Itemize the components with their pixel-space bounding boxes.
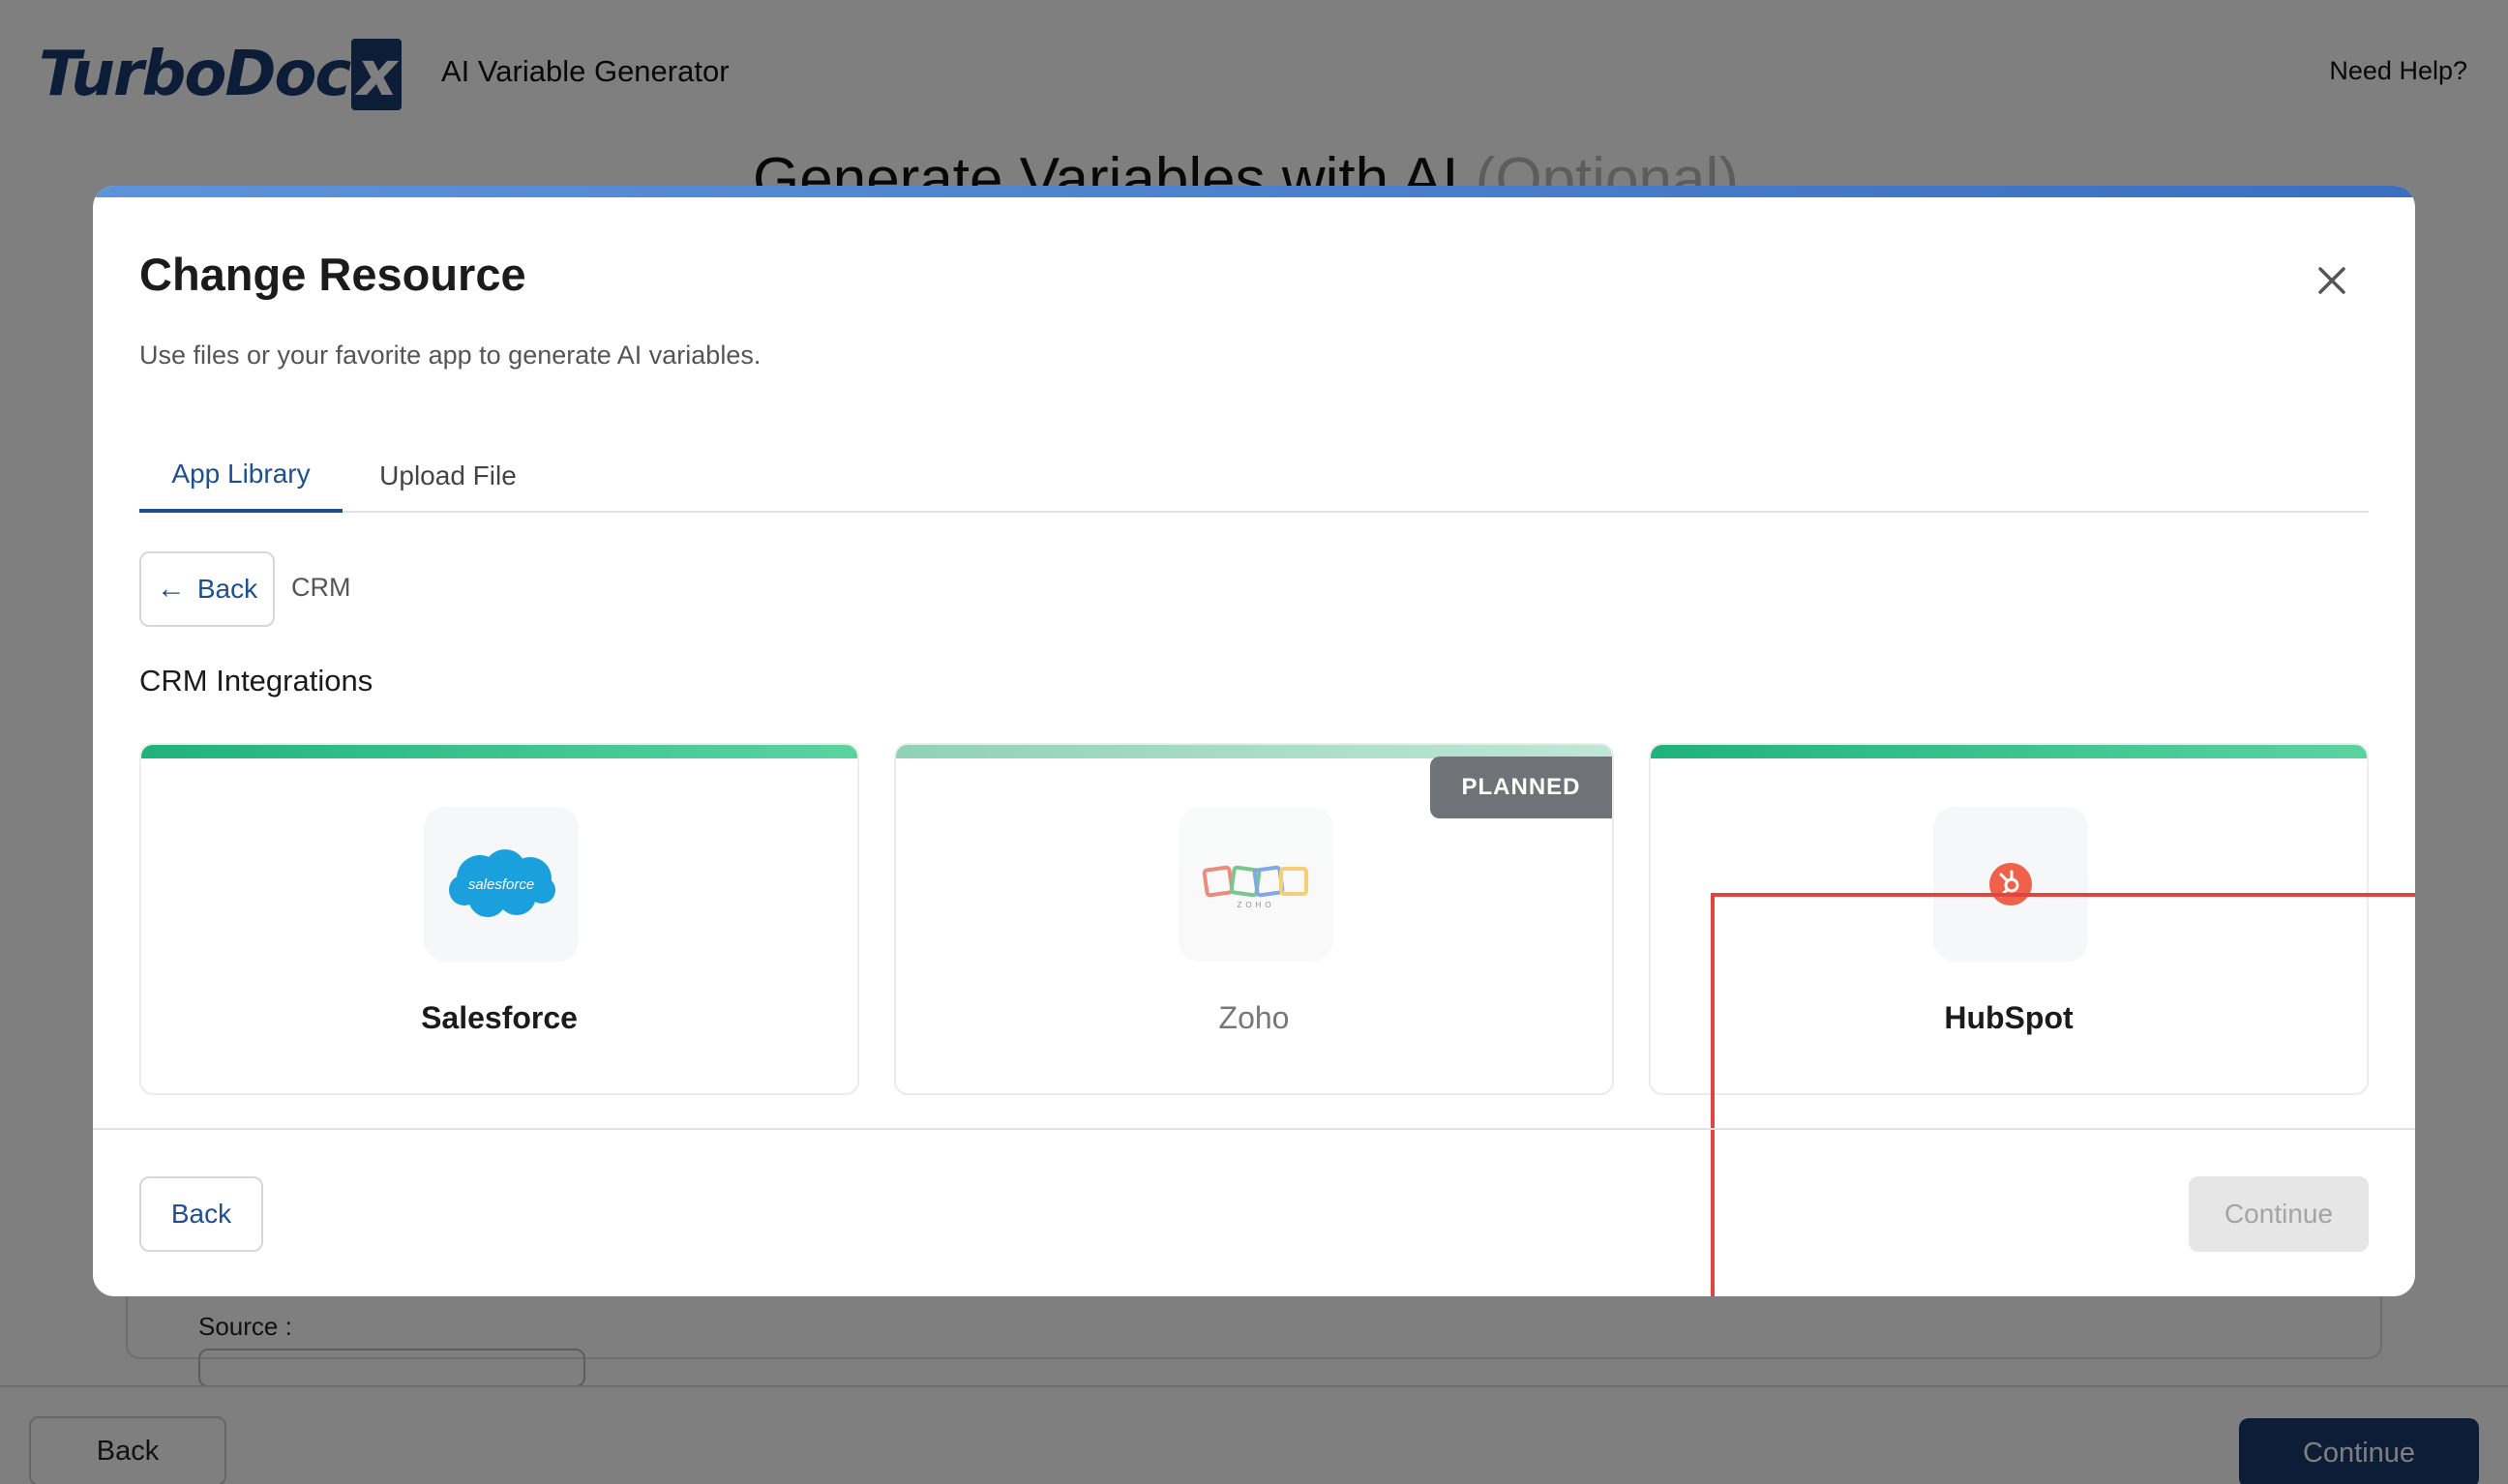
- zoho-icon: ZOHO: [1179, 807, 1333, 962]
- card-title: HubSpot: [1944, 1000, 2074, 1035]
- tab-upload-file[interactable]: Upload File: [356, 439, 540, 513]
- breadcrumb: CRM: [291, 573, 351, 602]
- modal-back-button[interactable]: Back: [139, 1176, 263, 1252]
- integration-card-zoho[interactable]: ZOHO Zoho PLANNED: [894, 743, 1614, 1095]
- tab-app-library[interactable]: App Library: [139, 439, 343, 513]
- planned-badge: PLANNED: [1430, 757, 1612, 818]
- modal-title: Change Resource: [139, 249, 526, 300]
- salesforce-icon: salesforce: [424, 807, 579, 962]
- integration-card-hubspot[interactable]: HubSpot: [1649, 743, 2369, 1095]
- category-back-button[interactable]: ← Back: [139, 551, 275, 627]
- section-heading: CRM Integrations: [139, 664, 373, 697]
- card-title: Zoho: [1218, 1000, 1290, 1035]
- integration-card-salesforce[interactable]: salesforce Salesforce: [139, 743, 859, 1095]
- resource-tabs: App Library Upload File: [139, 439, 2369, 513]
- card-title: Salesforce: [421, 1000, 578, 1035]
- modal-divider: [93, 1128, 2415, 1130]
- arrow-left-icon: ←: [156, 573, 186, 605]
- card-accent-bar: [141, 745, 857, 758]
- modal-continue-button[interactable]: Continue: [2189, 1176, 2369, 1252]
- close-icon[interactable]: [2313, 261, 2351, 300]
- hubspot-icon: [1933, 807, 2088, 962]
- modal-accent-bar: [93, 186, 2415, 197]
- category-back-label: Back: [196, 574, 258, 604]
- svg-text:ZOHO: ZOHO: [1237, 901, 1274, 909]
- svg-text:salesforce: salesforce: [468, 876, 534, 893]
- card-accent-bar: [1651, 745, 2367, 758]
- change-resource-modal: Change Resource Use files or your favori…: [93, 186, 2415, 1296]
- modal-subtitle: Use files or your favorite app to genera…: [139, 341, 761, 370]
